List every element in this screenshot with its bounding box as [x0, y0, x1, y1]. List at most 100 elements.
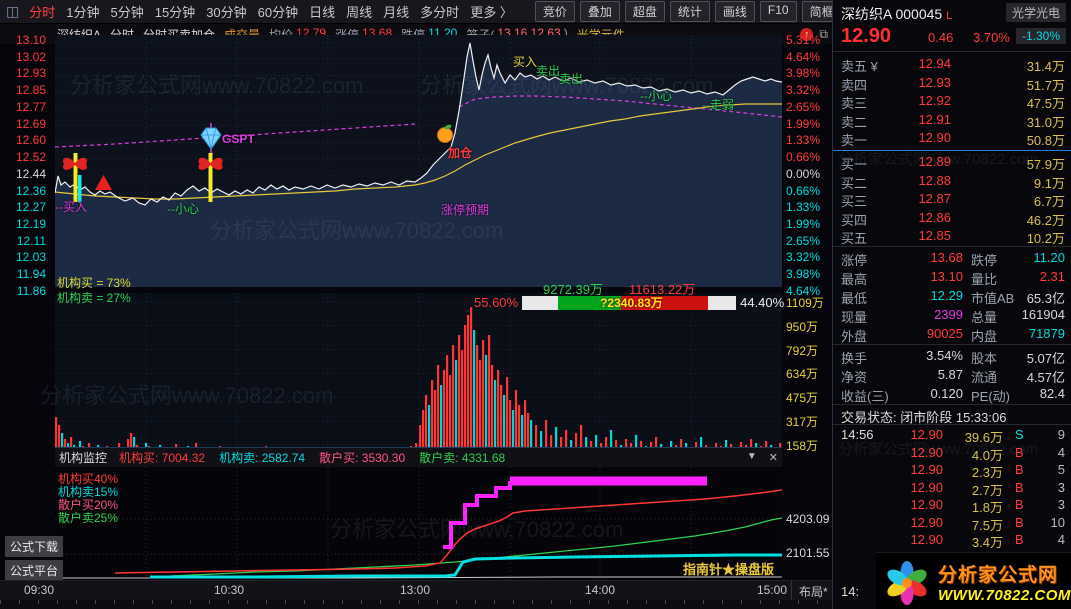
trade-side: B [1015, 532, 1024, 547]
bid-row[interactable]: 买五 12.85 10.2万 [833, 228, 1071, 247]
trade-volume: 3.4万 [971, 535, 1003, 550]
gauge-bar: ?2340.83万 [522, 295, 737, 310]
stat-value: 71879 [1028, 326, 1065, 341]
volume-bar [500, 385, 503, 455]
bid-row[interactable]: 买四 12.86 46.2万 [833, 210, 1071, 228]
order-level-label: 买四 [841, 212, 868, 228]
price-axis-label: 12.77 [15, 99, 46, 114]
time-axis-label: 14:00 [585, 583, 616, 597]
percent-axis-label: 1.33% [786, 200, 821, 215]
partial-trade-time: 14: [841, 584, 860, 599]
trade-price: 12.90 [910, 514, 943, 530]
volume-pane[interactable] [55, 293, 782, 455]
period-tab[interactable]: 周线 [346, 2, 372, 21]
buy-signal-bar-2 [208, 153, 213, 202]
flower-logo-icon [887, 560, 927, 605]
volume-chart[interactable] [55, 293, 782, 455]
intraday-price-pane[interactable] [54, 35, 783, 294]
site-logo[interactable]: 分析家公式网 WWW.70822.COM [876, 552, 1071, 609]
intraday-chart[interactable] [54, 35, 783, 294]
period-tab[interactable]: 月线 [383, 2, 409, 21]
price-axis-label: 12.69 [15, 116, 46, 131]
ask-row[interactable]: 卖四 12.93 51.7万 [833, 75, 1071, 93]
volume-bar [443, 370, 446, 455]
ask-row[interactable]: 卖三 12.92 47.5万 [833, 93, 1071, 112]
price-axis-label: 12.60 [15, 133, 46, 148]
institution-monitor-chart[interactable] [55, 467, 783, 580]
toolbar-button[interactable]: 叠加 [579, 1, 620, 22]
period-tab[interactable]: 15分钟 [155, 2, 195, 21]
order-level-label: 买五 [841, 231, 868, 247]
period-tab[interactable]: 日线 [309, 2, 335, 21]
stat-label: 净资 [841, 370, 868, 385]
ask-row[interactable]: 卖五 ¥ 12.94 31.4万 [833, 56, 1071, 74]
buy-sell-gauge: 55.60% ?2340.83万 44.40% [474, 295, 784, 310]
monitor-stats: 机构买: 7004.32 机构卖: 2582.74 散户买: 3530.30 散户卖:… [119, 449, 505, 466]
volume-axis-label: 950万 [786, 319, 819, 334]
period-tab[interactable]: 更多 〉 [470, 2, 513, 21]
monitor-stat: 散户买: 3530.30 [319, 451, 406, 465]
volume-bar [458, 335, 461, 455]
institution-monitor-header: 机构监控 机构买: 7004.32 机构卖: 2582.74 散户买: 3530.3… [55, 447, 782, 467]
period-tabs: 分时 1分钟 5分钟 15分钟 30分钟 60分钟 日线 周线 月线 多分时 更多 〉 [29, 2, 513, 21]
volume-bar [434, 390, 437, 455]
institution-monitor-pane[interactable] [55, 467, 783, 580]
bid-row[interactable]: 买三 12.87 6.7万 [833, 191, 1071, 210]
trade-volume: 4.0万 [971, 447, 1003, 463]
ask-row[interactable]: 卖一 12.90 50.8万 [833, 130, 1071, 148]
toolbar-button[interactable]: 竞价 [534, 1, 575, 22]
volume-bar [503, 395, 506, 455]
stat-label: 收益(三) [841, 389, 889, 404]
formula-download-button[interactable]: 公式下载 [5, 536, 63, 557]
period-tab[interactable]: 多分时 [420, 2, 459, 21]
percent-axis-label: 4.64% [786, 49, 821, 64]
bid-row[interactable]: 买一 12.89 57.9万 [833, 154, 1071, 172]
trade-count: 9 [1057, 427, 1065, 442]
formula-platform-button[interactable]: 公式平台 [5, 560, 63, 581]
trading-app-window: ◫ 分时 1分钟 5分钟 15分钟 30分钟 60分钟 日线 周线 月线 多分时 更多 〉 竞价 叠加… [0, 0, 1071, 609]
price-axis-label: 11.94 [16, 267, 46, 282]
price-change: 0.46 [928, 30, 954, 45]
stat-row: 外盘 90025 内盘 71879 [833, 326, 1071, 344]
order-level-label: 买三 [841, 194, 868, 210]
stat-label: 外盘 [841, 329, 868, 344]
layout-label[interactable]: 布局* [799, 583, 828, 600]
stat-row: 收益(三) 0.120 PE(动) 82.4 [833, 386, 1071, 404]
collapse-icon[interactable]: ▼ [747, 451, 757, 464]
price-axis-label: 12.03 [15, 250, 46, 265]
period-tab[interactable]: 5分钟 [110, 2, 143, 21]
monitor-legend-item: 散户卖25% [58, 511, 119, 525]
period-tab[interactable]: 60分钟 [258, 2, 298, 21]
top-menu-bar: ◫ 分时 1分钟 5分钟 15分钟 30分钟 60分钟 日线 周线 月线 多分时 更多 〉 竞价 叠加… [0, 0, 984, 24]
logo-site-name: 分析家公式网 [938, 564, 1059, 586]
order-volume: 47.5万 [1026, 96, 1065, 112]
price-axis-label: 11.86 [16, 283, 46, 298]
bid-row[interactable]: 买二 12.88 9.1万 [833, 173, 1071, 191]
order-price: 12.90 [918, 130, 951, 146]
volume-bar [440, 385, 443, 455]
trade-row: 12.90 1.8万 B 3 [833, 497, 1071, 515]
toolbar-button[interactable]: 超盘 [624, 1, 665, 22]
toolbar-button[interactable]: 统计 [669, 1, 710, 22]
sector-box[interactable]: 光学光电 [1005, 3, 1066, 22]
ask-row[interactable]: 卖二 12.91 31.0万 [833, 112, 1071, 130]
trade-price: 12.90 [910, 532, 943, 547]
volume-axis-label: 475万 [786, 391, 819, 406]
stat-label: 现量 [841, 310, 868, 325]
period-tab[interactable]: 1分钟 [66, 2, 99, 21]
trade-row: 12.90 4.0万 B 4 [833, 444, 1071, 463]
magenta-step-line [443, 481, 512, 549]
period-tab[interactable]: 30分钟 [206, 2, 246, 21]
diamond-gem-icon [200, 127, 222, 150]
trade-price: 12.90 [910, 444, 943, 460]
toolbar-button[interactable]: 画线 [714, 1, 755, 22]
trade-row: 12.90 2.7万 B 3 [833, 480, 1071, 498]
order-price: 12.89 [918, 154, 951, 169]
volume-bar [491, 365, 494, 455]
volume-bar [497, 370, 500, 455]
trade-side: B [1015, 444, 1024, 460]
volume-bar [482, 340, 485, 455]
volume-bar [449, 375, 452, 455]
close-icon[interactable]: ✕ [769, 451, 778, 464]
order-level-label: 卖四 [841, 77, 868, 93]
